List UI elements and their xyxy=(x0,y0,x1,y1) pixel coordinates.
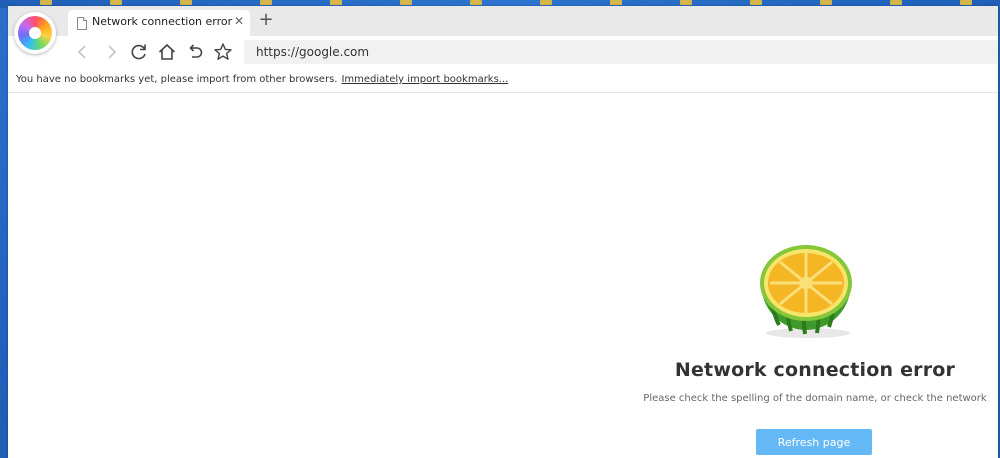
desktop-icon-fragment xyxy=(40,0,52,5)
desktop-icon-fragment xyxy=(180,0,192,5)
error-description: Please check the spelling of the domain … xyxy=(643,393,987,404)
bookmark-empty-message: You have no bookmarks yet, please import… xyxy=(16,74,508,85)
tab-title: Network connection error xyxy=(92,15,233,28)
desktop-icon-fragment xyxy=(680,0,692,5)
star-icon xyxy=(214,43,232,60)
refresh-page-button[interactable]: Refresh page xyxy=(756,429,872,455)
tab-strip: Network connection error ✕ + xyxy=(8,6,998,36)
desktop-icon-fragment xyxy=(750,0,762,5)
bookmark-message-text: You have no bookmarks yet, please import… xyxy=(16,74,338,85)
error-page: Network connection error Please check th… xyxy=(8,93,998,458)
chevron-left-icon xyxy=(77,45,86,59)
address-bar[interactable] xyxy=(244,40,998,64)
back-button[interactable] xyxy=(72,41,94,63)
desktop-icon-fragment xyxy=(110,0,122,5)
chevron-right-icon xyxy=(108,45,117,59)
browser-window: Network connection error ✕ + https://goo… xyxy=(8,6,998,458)
desktop-icon-fragment xyxy=(260,0,272,5)
error-title: Network connection error xyxy=(674,359,956,381)
desktop-icon-fragment xyxy=(540,0,552,5)
toolbar xyxy=(8,36,998,68)
forward-button[interactable] xyxy=(100,41,122,63)
home-icon xyxy=(158,43,176,60)
desktop-icon-fragment xyxy=(330,0,342,5)
desktop-icon-fragment xyxy=(890,0,902,5)
desktop-icon-fragment xyxy=(470,0,482,5)
desktop-icon-fragment xyxy=(610,0,622,5)
reload-button[interactable] xyxy=(128,41,150,63)
import-bookmarks-link[interactable]: Immediately import bookmarks... xyxy=(341,74,508,85)
desktop-background-left xyxy=(0,8,8,458)
desktop-icon-fragment xyxy=(820,0,832,5)
watermelon-lemon-icon xyxy=(760,245,852,338)
close-icon[interactable]: ✕ xyxy=(232,14,246,28)
undo-close-tab-button[interactable] xyxy=(184,41,206,63)
bookmark-star-button[interactable] xyxy=(212,41,234,63)
tab-network-error[interactable]: Network connection error ✕ xyxy=(68,10,250,36)
home-button[interactable] xyxy=(156,41,178,63)
logo-swirl-icon xyxy=(18,16,52,50)
page-icon xyxy=(77,17,87,30)
url-input[interactable] xyxy=(244,40,996,64)
bookmark-bar: You have no bookmarks yet, please import… xyxy=(8,68,998,93)
undo-icon xyxy=(189,44,203,58)
desktop-icon-fragment xyxy=(960,0,972,5)
reload-icon xyxy=(131,44,146,60)
desktop-icon-fragment xyxy=(400,0,412,5)
browser-logo[interactable] xyxy=(14,12,56,54)
new-tab-button[interactable]: + xyxy=(257,9,275,30)
